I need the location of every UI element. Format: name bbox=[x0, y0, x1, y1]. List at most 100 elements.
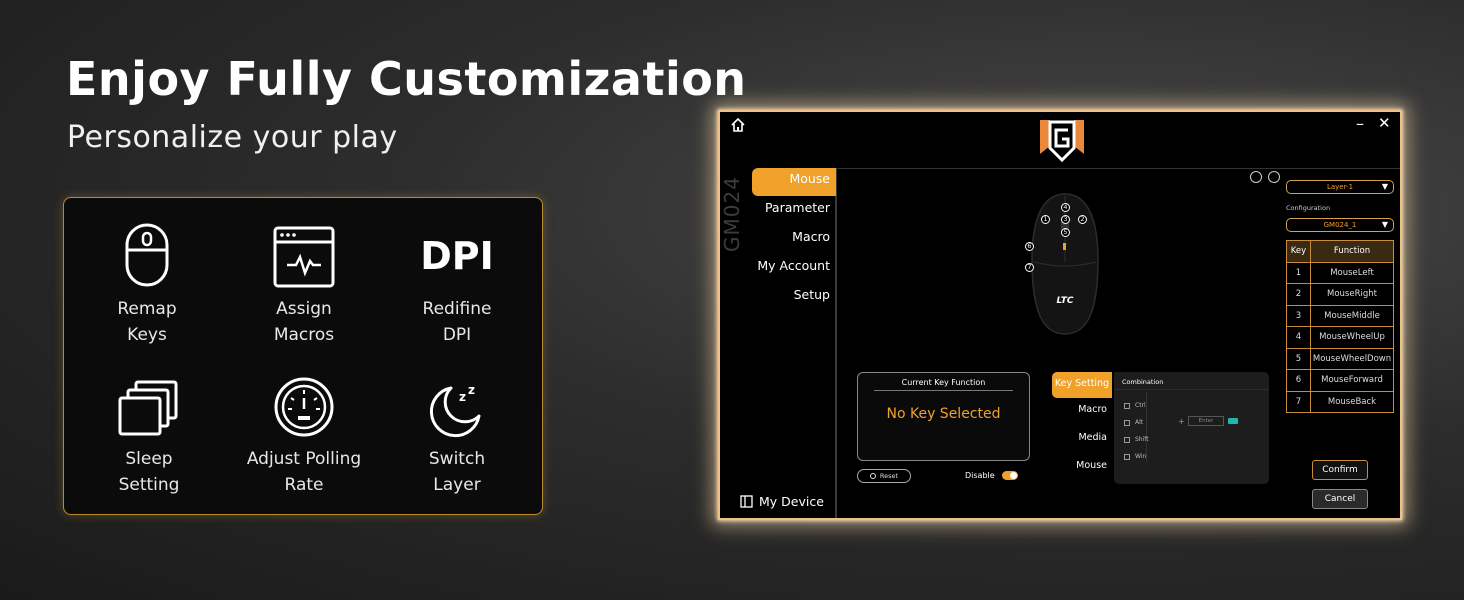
plus-sign: + bbox=[1178, 417, 1185, 426]
table-row[interactable]: 7 MouseBack bbox=[1286, 390, 1394, 413]
sidebar-item-mouse[interactable]: Mouse bbox=[752, 168, 836, 196]
confirm-button[interactable]: Confirm bbox=[1312, 460, 1368, 480]
stacked-windows-icon bbox=[118, 380, 178, 436]
key-marker-3[interactable]: 3 bbox=[1061, 215, 1070, 224]
tab-media[interactable]: Media bbox=[1078, 432, 1107, 443]
divider bbox=[1114, 389, 1269, 390]
current-key-function-panel: Current Key Function No Key Selected bbox=[857, 372, 1030, 461]
my-device-button[interactable]: My Device bbox=[740, 494, 824, 509]
app-window: – ✕ GM024 Mouse Parameter Macro My Accou… bbox=[718, 110, 1402, 520]
close-button[interactable]: ✕ bbox=[1378, 114, 1391, 132]
key-cell: 5 bbox=[1286, 347, 1311, 370]
update-icon[interactable] bbox=[1268, 171, 1280, 183]
top-tool-icons bbox=[1250, 171, 1280, 183]
feature-switch-layer: z z Switch Layer bbox=[382, 368, 532, 498]
key-cell: 2 bbox=[1286, 283, 1311, 306]
layer-select-value: Layer-1 bbox=[1326, 183, 1354, 191]
feature-label-line2: Keys bbox=[127, 325, 167, 345]
divider bbox=[1146, 392, 1147, 462]
key-marker-4[interactable]: 4 bbox=[1061, 203, 1070, 212]
ctrl-label: Ctrl bbox=[1135, 402, 1146, 409]
minimize-button[interactable]: – bbox=[1356, 114, 1364, 133]
win-checkbox[interactable]: Win bbox=[1124, 453, 1146, 460]
sidebar-item-my-account[interactable]: My Account bbox=[757, 258, 830, 273]
home-icon[interactable] bbox=[730, 117, 746, 133]
device-model-name: GM024 bbox=[720, 176, 744, 252]
function-cell: MouseBack bbox=[1310, 390, 1394, 413]
disable-label: Disable bbox=[965, 471, 995, 480]
key-input[interactable]: Enter bbox=[1188, 416, 1224, 426]
browser-pulse-icon bbox=[273, 226, 335, 288]
key-marker-1[interactable]: 1 bbox=[1041, 215, 1050, 224]
moon-zz-icon: z z bbox=[429, 383, 481, 438]
feature-label-line2: Rate bbox=[284, 475, 324, 495]
my-device-label: My Device bbox=[759, 494, 824, 509]
function-cell: MouseWheelDown bbox=[1310, 347, 1394, 370]
tab-key-setting[interactable]: Key Setting bbox=[1052, 372, 1112, 398]
sidebar-item-setup[interactable]: Setup bbox=[794, 287, 830, 302]
mouse-diagram: LTC 4 1 3 2 5 6 7 bbox=[1020, 190, 1110, 340]
alt-label: Alt bbox=[1135, 419, 1144, 426]
apply-key-button[interactable] bbox=[1228, 418, 1238, 424]
reset-label: Reset bbox=[879, 472, 899, 480]
feature-redefine-dpi: DPI Redifine DPI bbox=[382, 218, 532, 348]
current-key-function-value: No Key Selected bbox=[886, 406, 1001, 422]
feature-label-line2: Setting bbox=[118, 475, 180, 495]
feature-remap-keys: Remap Keys bbox=[72, 218, 222, 348]
table-row[interactable]: 6 MouseForward bbox=[1286, 369, 1394, 392]
tab-mouse[interactable]: Mouse bbox=[1076, 460, 1107, 471]
tab-macro[interactable]: Macro bbox=[1078, 404, 1107, 415]
feature-label-line1: Adjust Polling bbox=[246, 449, 362, 469]
configuration-select[interactable]: GM024_1 ▼ bbox=[1286, 218, 1394, 232]
key-function-table: Key Function 1 MouseLeft 2 MouseRight 3 Mou… bbox=[1286, 240, 1394, 413]
svg-text:z: z bbox=[468, 383, 475, 397]
function-cell: MouseWheelUp bbox=[1310, 326, 1394, 349]
table-row[interactable]: 3 MouseMiddle bbox=[1286, 304, 1394, 327]
configuration-label: Configuration bbox=[1286, 204, 1331, 212]
feature-label-line1: Remap bbox=[117, 299, 177, 319]
key-cell: 4 bbox=[1286, 326, 1311, 349]
sidebar-item-macro[interactable]: Macro bbox=[792, 229, 830, 244]
feature-adjust-polling-rate: Adjust Polling Rate bbox=[229, 368, 379, 498]
feature-label-line1: Switch bbox=[428, 449, 486, 469]
ctrl-checkbox[interactable]: Ctrl bbox=[1124, 402, 1146, 409]
function-cell: MouseRight bbox=[1310, 283, 1394, 306]
function-cell: MouseLeft bbox=[1310, 261, 1394, 284]
feature-assign-macros: Assign Macros bbox=[229, 218, 379, 348]
layer-select[interactable]: Layer-1 ▼ bbox=[1286, 180, 1394, 194]
feature-label-line2: Macros bbox=[273, 325, 335, 345]
table-row[interactable]: 1 MouseLeft bbox=[1286, 261, 1394, 284]
combination-panel: Combination Ctrl Alt Shift Win + Enter bbox=[1114, 372, 1269, 484]
feature-label-line1: Redifine bbox=[422, 299, 492, 319]
shift-checkbox[interactable]: Shift bbox=[1124, 436, 1149, 443]
key-marker-2[interactable]: 2 bbox=[1078, 215, 1087, 224]
key-marker-6[interactable]: 6 bbox=[1025, 242, 1034, 251]
feature-label-line1: Assign bbox=[276, 299, 332, 319]
hero-subtitle: Personalize your play bbox=[67, 120, 398, 155]
reset-icon bbox=[869, 473, 876, 479]
table-row[interactable]: 5 MouseWheelDown bbox=[1286, 347, 1394, 370]
configuration-select-value: GM024_1 bbox=[1323, 221, 1357, 229]
key-cell: 1 bbox=[1286, 261, 1311, 284]
sidebar-divider bbox=[835, 168, 837, 518]
question-icon[interactable] bbox=[1250, 171, 1262, 183]
table-row[interactable]: 4 MouseWheelUp bbox=[1286, 326, 1394, 349]
svg-text:z: z bbox=[459, 390, 466, 404]
key-cell: 3 bbox=[1286, 304, 1311, 327]
sidebar-item-parameter[interactable]: Parameter bbox=[765, 200, 830, 215]
reset-button[interactable]: Reset bbox=[857, 469, 911, 483]
disable-toggle[interactable] bbox=[1002, 471, 1018, 480]
key-marker-5[interactable]: 5 bbox=[1061, 228, 1070, 237]
table-row[interactable]: 2 MouseRight bbox=[1286, 283, 1394, 306]
cancel-button[interactable]: Cancel bbox=[1312, 489, 1368, 509]
mouse-icon bbox=[125, 223, 169, 287]
shift-label: Shift bbox=[1135, 436, 1149, 443]
header-divider bbox=[837, 168, 1400, 169]
table-header-function: Function bbox=[1310, 240, 1394, 263]
brand-logo bbox=[1040, 120, 1084, 163]
feature-label-line2: Layer bbox=[433, 475, 481, 495]
alt-checkbox[interactable]: Alt bbox=[1124, 419, 1143, 426]
key-marker-7[interactable]: 7 bbox=[1025, 263, 1034, 272]
chevron-down-icon: ▼ bbox=[1381, 220, 1388, 229]
chevron-down-icon: ▼ bbox=[1381, 182, 1388, 191]
